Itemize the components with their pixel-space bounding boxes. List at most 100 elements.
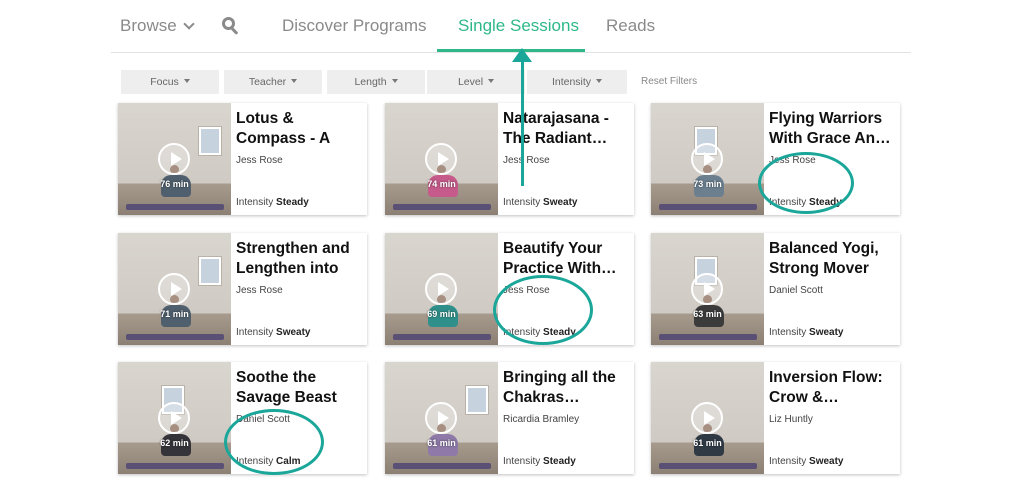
session-teacher: Daniel Scott bbox=[236, 414, 290, 425]
intensity-label: Intensity bbox=[503, 327, 541, 338]
session-title[interactable]: Inversion Flow: Crow &… bbox=[769, 368, 897, 408]
filter-length-label: Length bbox=[354, 76, 387, 88]
filter-teacher[interactable]: Teacher bbox=[224, 70, 322, 94]
session-intensity: Intensity Steady bbox=[503, 327, 576, 338]
caret-down-icon bbox=[488, 79, 495, 83]
session-intensity: Intensity Sweaty bbox=[769, 456, 844, 467]
intensity-label: Intensity bbox=[236, 197, 274, 208]
session-title[interactable]: Balanced Yogi, Strong Mover bbox=[769, 239, 897, 279]
play-icon[interactable] bbox=[691, 402, 723, 434]
yoga-mat bbox=[126, 463, 224, 469]
session-thumbnail: 61 min bbox=[385, 362, 498, 474]
session-card[interactable]: 63 min Balanced Yogi, Strong Mover Danie… bbox=[651, 233, 900, 345]
filter-level-label: Level bbox=[457, 76, 484, 88]
session-title[interactable]: Beautify Your Practice With… bbox=[503, 239, 631, 279]
session-thumbnail: 74 min bbox=[385, 103, 498, 215]
session-thumbnail: 61 min bbox=[651, 362, 764, 474]
session-teacher: Daniel Scott bbox=[769, 285, 823, 296]
filter-intensity[interactable]: Intensity bbox=[527, 70, 627, 94]
play-icon[interactable] bbox=[425, 143, 457, 175]
session-intensity: Intensity Steady bbox=[503, 456, 576, 467]
tab-single-sessions[interactable]: Single Sessions bbox=[458, 16, 579, 36]
play-icon[interactable] bbox=[425, 402, 457, 434]
session-teacher: Liz Huntly bbox=[769, 414, 813, 425]
yoga-mat bbox=[659, 204, 757, 210]
caret-down-icon bbox=[391, 79, 398, 83]
yoga-mat bbox=[659, 334, 757, 340]
play-icon[interactable] bbox=[691, 143, 723, 175]
filter-bar: Focus Teacher Length Level Intensity Res… bbox=[121, 70, 761, 94]
yoga-mat bbox=[126, 204, 224, 210]
yoga-mat bbox=[659, 463, 757, 469]
caret-down-icon bbox=[596, 79, 603, 83]
yoga-mat bbox=[393, 334, 491, 340]
duration-label: 62 min bbox=[160, 438, 189, 448]
intensity-label: Intensity bbox=[236, 456, 274, 467]
play-icon[interactable] bbox=[158, 143, 190, 175]
session-thumbnail: 73 min bbox=[651, 103, 764, 215]
session-intensity: Intensity Sweaty bbox=[769, 327, 844, 338]
wall-frame bbox=[199, 257, 221, 285]
session-card[interactable]: 61 min Inversion Flow: Crow &… Liz Huntl… bbox=[651, 362, 900, 474]
intensity-label: Intensity bbox=[503, 197, 541, 208]
tab-discover-programs[interactable]: Discover Programs bbox=[282, 16, 427, 36]
session-title[interactable]: Soothe the Savage Beast bbox=[236, 368, 364, 408]
session-title[interactable]: Lotus & Compass - A Match Mad… bbox=[236, 109, 364, 149]
session-thumbnail: 76 min bbox=[118, 103, 231, 215]
session-card[interactable]: 62 min Soothe the Savage Beast Daniel Sc… bbox=[118, 362, 367, 474]
duration-label: 61 min bbox=[693, 438, 722, 448]
session-intensity: Intensity Steady bbox=[236, 197, 309, 208]
session-card[interactable]: 76 min Lotus & Compass - A Match Mad… Je… bbox=[118, 103, 367, 215]
intensity-value: Sweaty bbox=[809, 456, 844, 467]
wall-frame bbox=[466, 386, 488, 414]
session-teacher: Jess Rose bbox=[236, 155, 283, 166]
play-icon[interactable] bbox=[158, 273, 190, 305]
filter-intensity-label: Intensity bbox=[551, 76, 592, 88]
intensity-label: Intensity bbox=[769, 327, 807, 338]
session-card[interactable]: 73 min Flying Warriors With Grace An… Je… bbox=[651, 103, 900, 215]
intensity-label: Intensity bbox=[236, 327, 274, 338]
session-teacher: Jess Rose bbox=[769, 155, 816, 166]
session-intensity: Intensity Sweaty bbox=[503, 197, 578, 208]
chevron-down-icon bbox=[183, 18, 195, 30]
session-thumbnail: 63 min bbox=[651, 233, 764, 345]
session-title[interactable]: Flying Warriors With Grace An… bbox=[769, 109, 897, 149]
session-card[interactable]: 74 min Natarajasana - The Radiant… Jess … bbox=[385, 103, 634, 215]
filter-level[interactable]: Level bbox=[427, 70, 525, 94]
yoga-mat bbox=[393, 204, 491, 210]
session-thumbnail: 62 min bbox=[118, 362, 231, 474]
session-thumbnail: 71 min bbox=[118, 233, 231, 345]
top-nav: Browse Discover Programs Single Sessions… bbox=[111, 0, 911, 53]
filter-focus[interactable]: Focus bbox=[121, 70, 219, 94]
intensity-value: Steady bbox=[809, 197, 842, 208]
session-card[interactable]: 61 min Bringing all the Chakras… Ricardi… bbox=[385, 362, 634, 474]
intensity-label: Intensity bbox=[503, 456, 541, 467]
play-icon[interactable] bbox=[158, 402, 190, 434]
session-teacher: Ricardia Bramley bbox=[503, 414, 580, 425]
play-icon[interactable] bbox=[691, 273, 723, 305]
duration-label: 73 min bbox=[693, 179, 722, 189]
reset-filters-link[interactable]: Reset Filters bbox=[641, 76, 697, 87]
caret-down-icon bbox=[183, 79, 190, 83]
intensity-value: Steady bbox=[543, 456, 576, 467]
session-card[interactable]: 69 min Beautify Your Practice With… Jess… bbox=[385, 233, 634, 345]
nav-browse-label: Browse bbox=[120, 16, 177, 35]
filter-teacher-label: Teacher bbox=[248, 76, 287, 88]
duration-label: 74 min bbox=[427, 179, 456, 189]
yoga-mat bbox=[393, 463, 491, 469]
play-icon[interactable] bbox=[425, 273, 457, 305]
session-teacher: Jess Rose bbox=[236, 285, 283, 296]
annotation-arrow-shaft bbox=[521, 60, 524, 186]
intensity-label: Intensity bbox=[769, 456, 807, 467]
yoga-mat bbox=[126, 334, 224, 340]
session-title[interactable]: Bringing all the Chakras… bbox=[503, 368, 631, 408]
filter-length[interactable]: Length bbox=[327, 70, 425, 94]
session-card[interactable]: 71 min Strengthen and Lengthen into a… J… bbox=[118, 233, 367, 345]
tab-reads[interactable]: Reads bbox=[606, 16, 655, 36]
search-icon[interactable] bbox=[222, 17, 240, 35]
filter-focus-label: Focus bbox=[150, 76, 179, 88]
intensity-value: Steady bbox=[276, 197, 309, 208]
session-title[interactable]: Strengthen and Lengthen into a… bbox=[236, 239, 364, 279]
intensity-value: Calm bbox=[276, 456, 301, 467]
nav-browse[interactable]: Browse bbox=[120, 16, 195, 36]
